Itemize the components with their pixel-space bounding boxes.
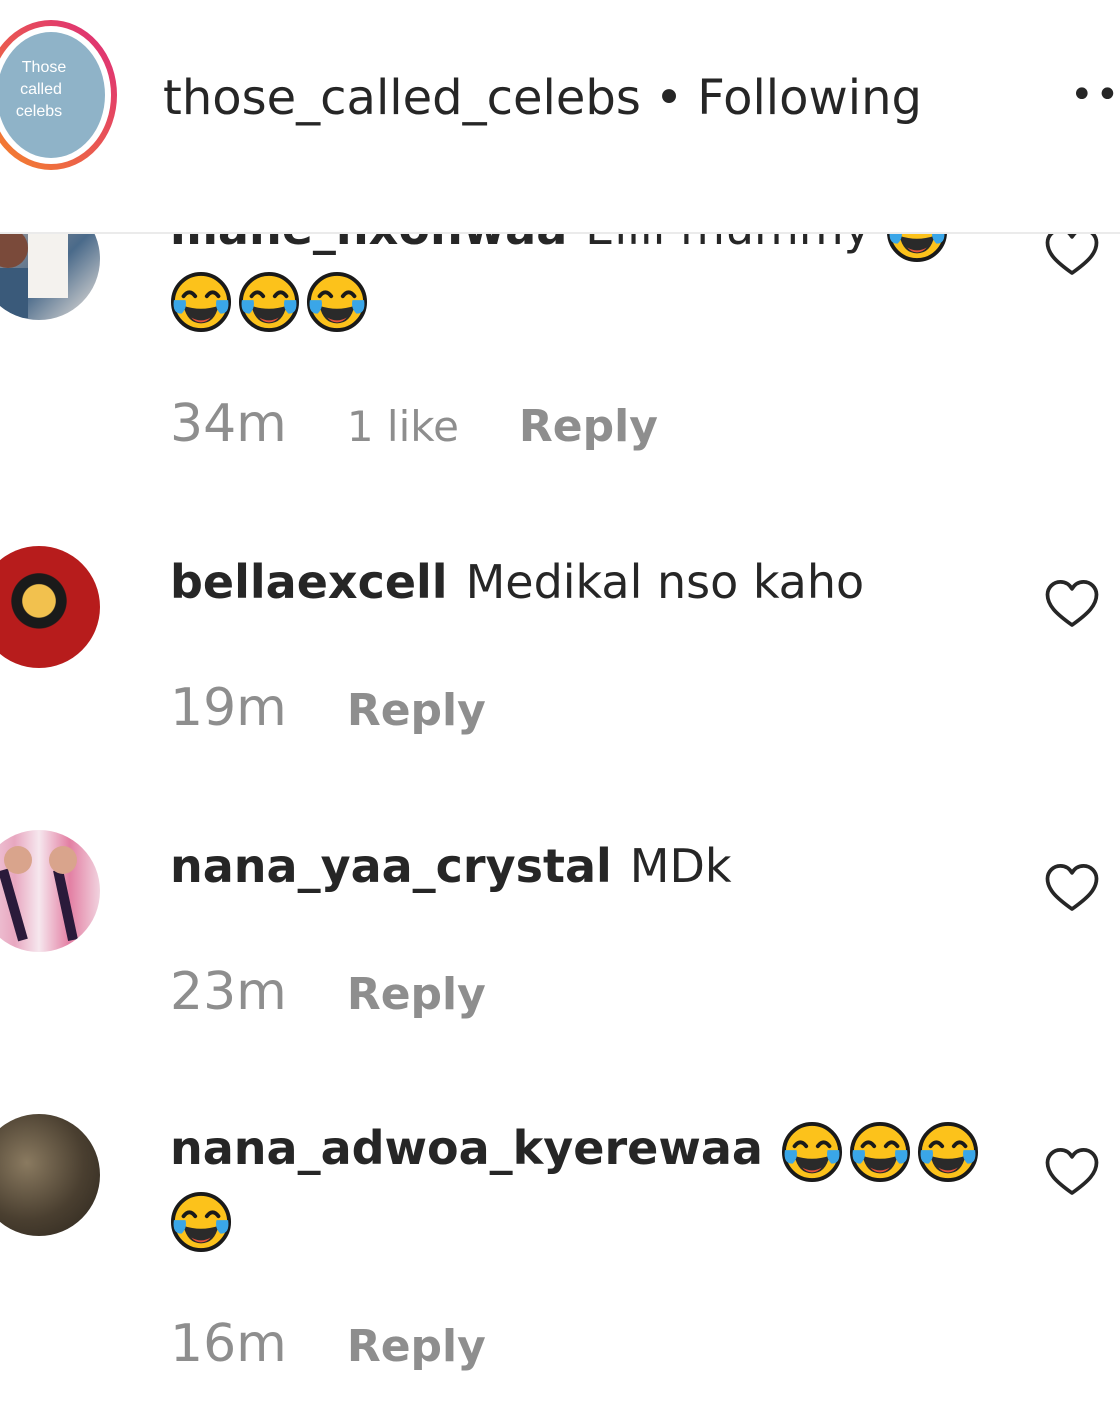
joy-emoji-icon [849,1121,911,1183]
comment-meta: 34m 1 like Reply [170,394,658,457]
reply-button[interactable]: Reply [347,685,486,736]
header-title: those_called_celebs • Following [163,68,922,128]
comment-likes[interactable]: 1 like [347,402,459,451]
avatar-logo-text: Those [22,59,67,76]
reply-button[interactable]: Reply [347,1321,486,1372]
comment-first-line: nana_yaa_crystal MDk [170,834,1000,898]
following-button[interactable]: Following [697,70,922,126]
like-heart-icon[interactable] [1044,1146,1100,1198]
avatar[interactable] [0,1114,100,1236]
comment-first-line: bellaexcell Medikal nso kaho [170,550,1000,614]
header-username[interactable]: those_called_celebs [163,70,641,126]
reply-button[interactable]: Reply [347,969,486,1020]
like-heart-icon[interactable] [1044,578,1100,630]
comment-text: Medikal nso kaho [465,555,865,609]
profile-avatar[interactable]: Those called celebs [0,20,118,170]
post-header: Those called celebs those_called_celebs •… [0,0,1120,234]
like-heart-icon[interactable] [1044,862,1100,914]
avatar[interactable] [0,830,100,952]
comment-meta: 16m Reply [170,1314,486,1377]
joy-emoji-icon [781,1121,843,1183]
joy-emoji-icon [917,1121,979,1183]
avatar-logo-text: celebs [16,103,62,120]
joy-emoji-icon [170,1191,232,1253]
comment-time[interactable]: 16m [170,1314,287,1374]
comment-emoji-line [170,1186,1000,1253]
reply-button[interactable]: Reply [519,401,658,452]
comment-first-line: nana_adwoa_kyerewaa [170,1116,1000,1183]
comment-time[interactable]: 34m [170,394,287,454]
comment-time[interactable]: 23m [170,962,287,1022]
joy-emoji-icon [170,271,232,333]
comment-username[interactable]: nana_yaa_crystal [170,839,612,893]
comment-time[interactable]: 19m [170,678,287,738]
joy-emoji-icon [306,271,368,333]
comment-username[interactable]: bellaexcell [170,555,448,609]
avatar[interactable] [0,546,100,668]
comment-emoji-line [170,266,1000,333]
joy-emoji-icon [238,271,300,333]
header-separator: • [654,70,684,126]
comment-meta: 23m Reply [170,962,486,1025]
comment-meta: 19m Reply [170,678,486,741]
avatar-logo-text: called [20,81,62,98]
comment-text: MDk [629,839,732,893]
comment-username[interactable]: nana_adwoa_kyerewaa [170,1121,763,1175]
more-options-icon[interactable]: •• [1070,75,1120,115]
